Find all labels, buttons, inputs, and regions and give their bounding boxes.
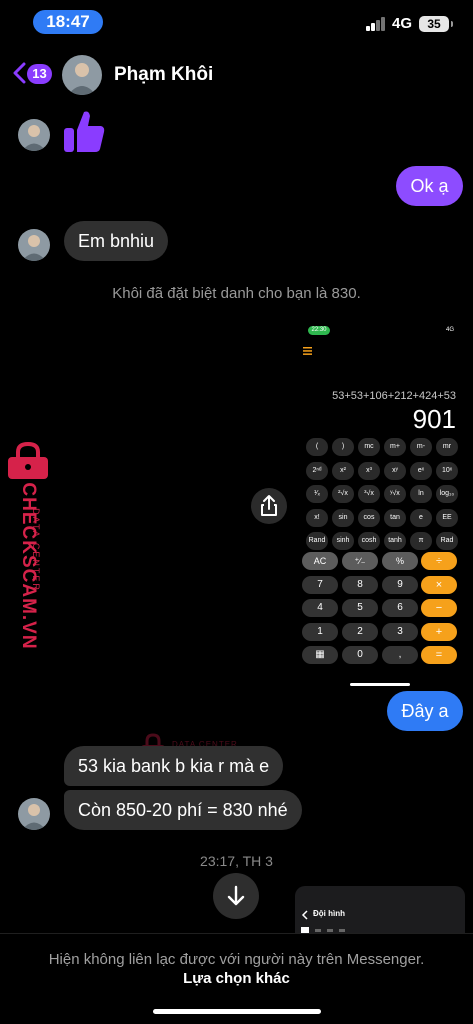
- outgoing-message[interactable]: Đây a: [387, 691, 463, 731]
- calc-sci-key: cosh: [358, 532, 380, 550]
- incoming-message[interactable]: Em bnhiu: [64, 221, 169, 261]
- incoming-message[interactable]: Còn 850-20 phí = 830 nhé: [64, 790, 302, 830]
- calc-expression: 53+53+106+212+424+53: [332, 390, 456, 402]
- calc-sci-key: mc: [358, 438, 380, 456]
- calc-sci-key: eˣ: [410, 461, 432, 480]
- contact-avatar[interactable]: [62, 55, 102, 95]
- incoming-message[interactable]: 53 kia bank b kia r mà e: [64, 746, 284, 786]
- calc-sci-key: x³: [358, 461, 380, 480]
- arrow-down-icon: [227, 885, 245, 906]
- calc-sci-key: tan: [384, 508, 406, 527]
- calc-sci-key: ʸ√x: [384, 485, 406, 503]
- sender-avatar[interactable]: [18, 798, 50, 830]
- calc-sci-key: ³√x: [358, 485, 380, 503]
- calc-main-key: 8: [342, 575, 378, 594]
- unread-count-badge[interactable]: 13: [27, 64, 52, 84]
- other-options-link[interactable]: Lựa chọn khác: [0, 970, 473, 987]
- watermark-lock-icon: [8, 442, 48, 479]
- chat-header: 13 Phạm Khôi: [0, 44, 473, 104]
- watermark-title: CHECKSCAM.VN: [18, 482, 39, 650]
- sender-avatar[interactable]: [18, 119, 50, 151]
- battery-icon: 35: [419, 16, 453, 32]
- calc-main-key: 9: [382, 575, 418, 594]
- home-indicator[interactable]: [153, 1009, 321, 1014]
- calc-main-key: ×: [421, 575, 457, 594]
- calc-main-key: ⁺∕₋: [342, 552, 378, 570]
- calc-sci-key: sinh: [332, 532, 354, 550]
- calc-main-key: 2: [342, 622, 378, 641]
- calc-sci-key: mr: [436, 438, 458, 456]
- status-bar: 18:47 4G 35: [0, 0, 473, 44]
- calc-main-key: 1: [302, 622, 338, 641]
- calc-sci-key: xʸ: [384, 461, 406, 480]
- calc-sci-key: log₁₀: [436, 485, 458, 503]
- outgoing-message[interactable]: Ok ạ: [396, 166, 463, 206]
- calc-sci-key: π: [410, 532, 432, 550]
- calc-sci-key: (: [306, 438, 328, 456]
- calc-main-key: 4: [302, 599, 338, 617]
- status-time[interactable]: 18:47: [33, 10, 103, 34]
- calc-result: 901: [412, 404, 456, 434]
- calc-status-network: 4G: [445, 327, 454, 333]
- calc-sci-key: ²√x: [332, 485, 354, 503]
- calc-sci-key: ): [332, 438, 354, 456]
- calc-main-key: 3: [382, 622, 418, 641]
- calc-main-key: %: [382, 552, 418, 570]
- calc-sci-key: EE: [436, 508, 458, 527]
- calc-main-key: +: [421, 622, 457, 641]
- calc-sci-key: Rand: [306, 532, 328, 550]
- back-chevron-icon[interactable]: [12, 62, 28, 84]
- network-type: 4G: [392, 15, 413, 32]
- thumbs-up-icon[interactable]: [62, 108, 106, 154]
- unavailable-notice: Hiện không liên lạc được với người này t…: [48, 951, 425, 968]
- back-chevron-icon: [301, 910, 308, 920]
- calc-sci-key: ln: [410, 485, 432, 503]
- list-icon: [303, 347, 312, 355]
- calc-sci-key: x²: [332, 461, 354, 480]
- calc-main-key: ,: [382, 646, 418, 664]
- share-icon: [261, 495, 277, 516]
- calc-sci-key: e: [410, 508, 432, 527]
- calc-home-indicator: [350, 683, 410, 686]
- calc-main-key: 6: [382, 599, 418, 617]
- nickname-system-note: Khôi đã đặt biệt danh cho bạn là 830.: [112, 285, 361, 302]
- calculator-screenshot-image[interactable]: 22:30 4G 53+53+106+212+424+53 901 () mc m+…: [300, 320, 464, 688]
- calc-sci-key: tanh: [384, 532, 406, 550]
- calc-main-key: ÷: [421, 552, 457, 570]
- calc-sci-key: 2ⁿᵈ: [306, 461, 328, 480]
- calc-sci-key: x!: [306, 508, 328, 527]
- calc-main-key: 7: [302, 575, 338, 594]
- calc-sci-key: 10ˣ: [436, 461, 458, 480]
- calc-main-key: =: [421, 646, 457, 664]
- image-preview-thumbnail[interactable]: Đội hình: [295, 886, 465, 934]
- calc-main-key: 0: [342, 646, 378, 664]
- contact-name[interactable]: Phạm Khôi: [114, 64, 213, 86]
- calc-sci-key: ¹⁄ₓ: [306, 485, 328, 503]
- share-button[interactable]: [251, 488, 287, 524]
- watermark-side: DATA CENTER CHECKSCAM.VN: [4, 440, 54, 650]
- signal-icon: [366, 17, 386, 31]
- sender-avatar[interactable]: [18, 229, 50, 261]
- calc-main-key: 5: [342, 599, 378, 617]
- calc-sci-key: m+: [384, 438, 406, 456]
- calc-main-key: −: [421, 599, 457, 617]
- calc-sci-key: Rad: [436, 532, 458, 550]
- preview-title: Đội hình: [313, 909, 345, 918]
- scroll-to-bottom-button[interactable]: [213, 873, 259, 919]
- message-timestamp: 23:17, TH 3: [200, 853, 273, 869]
- calc-main-key: ▦: [302, 646, 338, 664]
- calc-status-time: 22:30: [308, 326, 330, 335]
- calc-main-key: AC: [302, 552, 338, 570]
- calc-sci-key: sin: [332, 508, 354, 527]
- unavailable-footer: Hiện không liên lạc được với người này t…: [0, 933, 473, 1024]
- calc-sci-key: cos: [358, 508, 380, 527]
- calc-sci-key: m-: [410, 438, 432, 456]
